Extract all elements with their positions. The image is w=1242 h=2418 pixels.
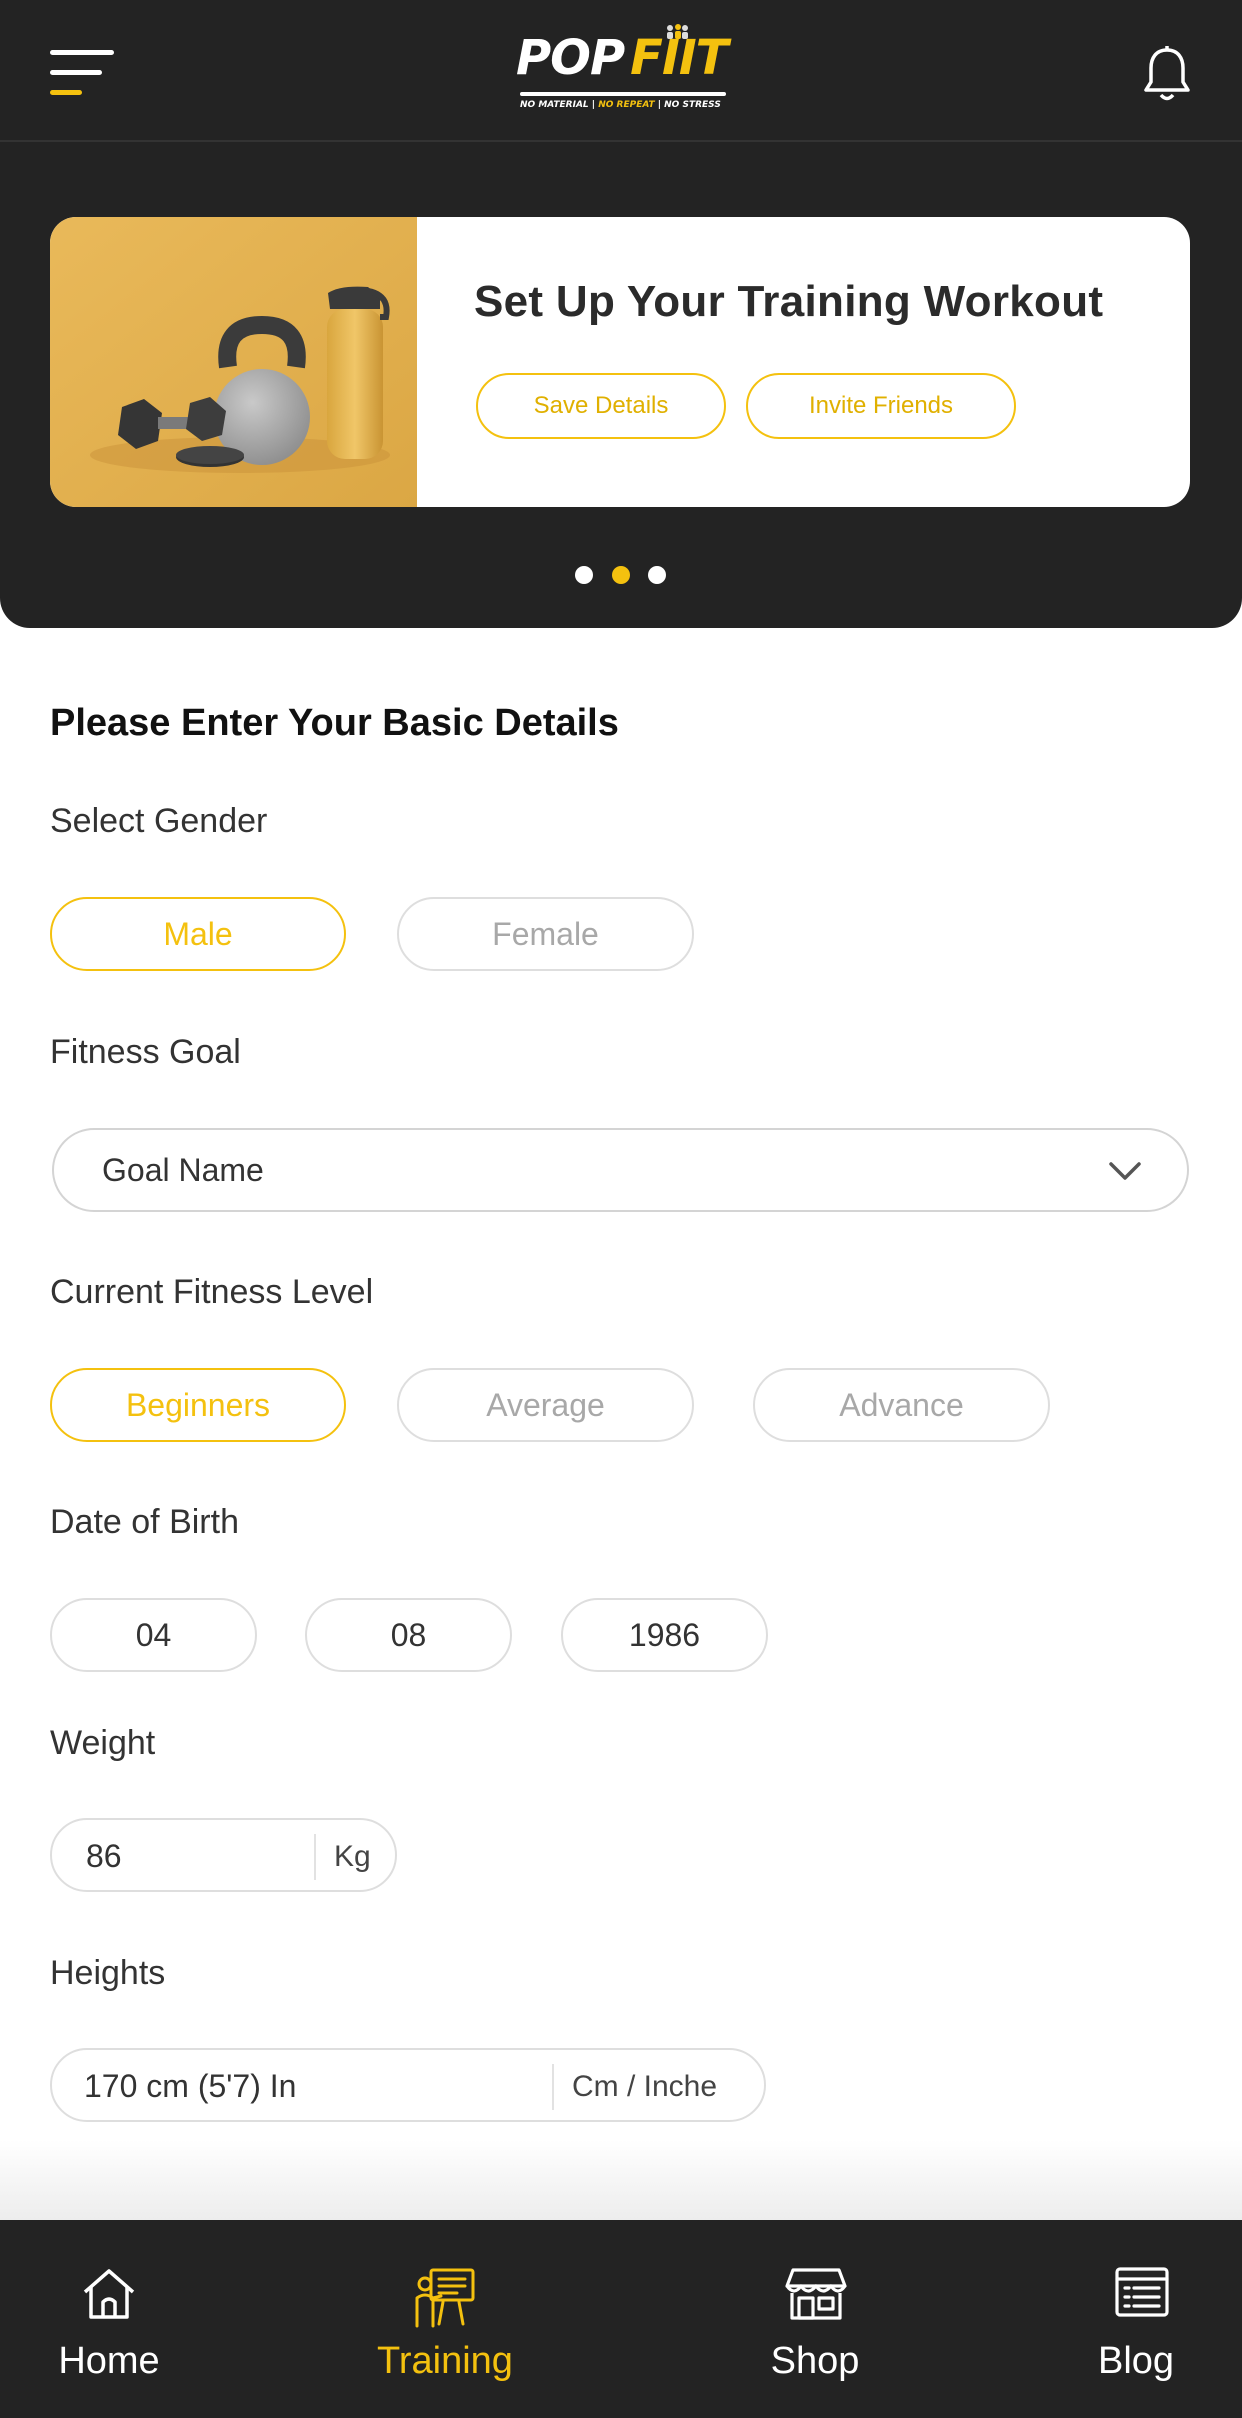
hamburger-menu-icon[interactable] <box>50 48 114 98</box>
weight-input[interactable]: 86 Kg <box>50 1818 397 1892</box>
nav-label-training: Training <box>377 2340 513 2382</box>
bell-icon[interactable] <box>1142 44 1192 104</box>
level-option-beginners[interactable]: Beginners <box>50 1368 346 1442</box>
dob-label: Date of Birth <box>50 1503 239 1541</box>
height-label: Heights <box>50 1954 166 1992</box>
nav-item-shop[interactable]: Shop <box>740 2220 890 2418</box>
logo-tagline: NO MATERIAL | NO REPEAT | NO STRESS <box>520 100 721 110</box>
popfiit-logo: POP FIIT NO MATERIAL | NO REPEAT | NO STR… <box>510 24 732 116</box>
weight-unit: Kg <box>334 1840 371 1873</box>
carousel-dot[interactable] <box>575 566 593 584</box>
scroll-fade <box>0 2140 1242 2220</box>
home-icon <box>83 2269 135 2319</box>
fitness-goal-label: Fitness Goal <box>50 1033 241 1071</box>
height-unit-toggle[interactable]: Cm / Inche <box>572 2070 717 2104</box>
gender-option-female[interactable]: Female <box>397 897 694 971</box>
nav-item-home[interactable]: Home <box>30 2220 188 2418</box>
nav-label-home: Home <box>58 2340 160 2382</box>
form-title: Please Enter Your Basic Details <box>50 702 619 744</box>
carousel-indicator <box>0 566 1242 586</box>
dob-year-field[interactable]: 1986 <box>561 1598 768 1672</box>
dob-day-field[interactable]: 04 <box>50 1598 257 1672</box>
nav-label-shop: Shop <box>770 2340 860 2382</box>
fitness-equipment-image <box>50 217 417 507</box>
chevron-down-icon <box>1109 1162 1141 1180</box>
level-option-average[interactable]: Average <box>397 1368 694 1442</box>
logo-wordmark: POP FIIT <box>516 30 728 86</box>
nav-label-blog: Blog <box>1097 2340 1175 2382</box>
weight-label: Weight <box>50 1724 156 1762</box>
carousel-dot-active[interactable] <box>612 566 630 584</box>
nav-item-training[interactable]: Training <box>355 2220 535 2418</box>
level-option-advance[interactable]: Advance <box>753 1368 1050 1442</box>
save-details-button[interactable]: Save Details <box>476 373 726 439</box>
fitness-level-label: Current Fitness Level <box>50 1273 374 1311</box>
invite-friends-button[interactable]: Invite Friends <box>746 373 1016 439</box>
gender-label: Select Gender <box>50 802 268 840</box>
gender-option-male[interactable]: Male <box>50 897 346 971</box>
dob-month-field[interactable]: 08 <box>305 1598 512 1672</box>
height-value: 170 cm (5'7) In <box>84 2068 297 2104</box>
blog-icon <box>1115 2267 1169 2317</box>
banner-title: Set Up Your Training Workout <box>474 277 1104 326</box>
training-banner-card[interactable]: Set Up Your Training Workout Save Detail… <box>50 217 1190 507</box>
fitness-goal-value: Goal Name <box>102 1152 264 1188</box>
fitness-goal-select[interactable]: Goal Name <box>52 1128 1189 1212</box>
weight-value: 86 <box>86 1838 122 1874</box>
bottom-navigation: Home Training Shop Blog <box>0 2220 1242 2418</box>
carousel-dot[interactable] <box>648 566 666 584</box>
height-input[interactable]: 170 cm (5'7) In Cm / Inche <box>50 2048 766 2122</box>
shop-icon <box>785 2268 847 2320</box>
hero-section: Set Up Your Training Workout Save Detail… <box>0 142 1242 628</box>
nav-item-blog[interactable]: Blog <box>1060 2220 1212 2418</box>
training-icon <box>415 2268 475 2328</box>
app-header: POP FIIT NO MATERIAL | NO REPEAT | NO STR… <box>0 0 1242 142</box>
